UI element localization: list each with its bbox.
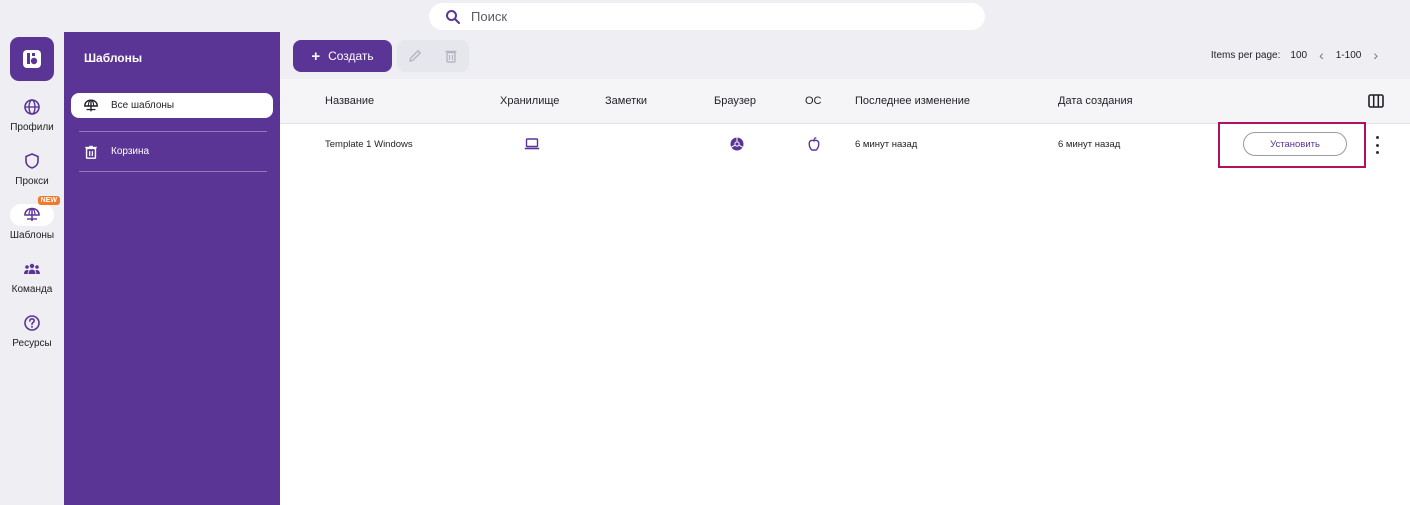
pagination: Items per page: 100 ‹ 1-100 › (1211, 47, 1384, 63)
rail-item-profiles[interactable]: Профили (0, 96, 64, 133)
create-button-label: Создать (328, 49, 374, 63)
delete-button[interactable] (442, 47, 460, 65)
help-icon (24, 315, 40, 331)
templates-sidebar: Шаблоны Все шаблоны Корзина (64, 32, 280, 505)
install-button[interactable]: Установить (1243, 132, 1347, 156)
sidebar-item-label: Корзина (111, 146, 150, 157)
team-icon (24, 263, 40, 274)
rail-item-label: Ресурсы (12, 338, 52, 349)
search-input[interactable] (471, 9, 951, 24)
sidebar-item-all-templates[interactable]: Все шаблоны (71, 93, 273, 118)
rail-item-team[interactable]: Команда (0, 258, 64, 295)
toolbar: + Создать Items per page: 100 ‹ 1-100 › (280, 32, 1410, 79)
apple-icon (808, 136, 820, 151)
table-header: Название Хранилище Заметки Браузер ОС По… (280, 79, 1410, 124)
rail-item-proxies[interactable]: Прокси (0, 150, 64, 187)
umbrella-icon (84, 99, 98, 111)
sidebar-divider (79, 131, 267, 132)
sidebar-title: Шаблоны (84, 51, 143, 65)
shield-icon (25, 153, 39, 169)
logo-icon (23, 50, 41, 68)
rail-item-label: Шаблоны (9, 230, 55, 241)
create-button[interactable]: + Создать (293, 40, 392, 72)
globe-icon (24, 99, 40, 115)
modified-time: 6 минут назад (855, 139, 918, 150)
sidebar-divider (79, 171, 267, 172)
chromium-icon (730, 137, 744, 151)
rail-item-label: Прокси (15, 176, 49, 187)
column-header-browser[interactable]: Браузер (714, 95, 756, 107)
nav-rail: Профили Прокси NEW Шаблоны Команда Ресур… (0, 32, 64, 505)
chevron-right-icon[interactable]: › (1367, 47, 1384, 63)
rail-item-label: Профили (10, 122, 54, 133)
sidebar-item-label: Все шаблоны (111, 100, 175, 111)
column-header-created[interactable]: Дата создания (1058, 95, 1133, 107)
items-per-page-select[interactable]: 100 (1290, 50, 1307, 61)
items-per-page-label: Items per page: (1210, 49, 1281, 61)
more-options-icon[interactable] (1370, 136, 1384, 154)
column-header-storage[interactable]: Хранилище (500, 95, 559, 107)
pencil-icon (409, 49, 422, 62)
sidebar-item-trash[interactable]: Корзина (71, 139, 273, 164)
column-header-os[interactable]: ОС (805, 95, 822, 107)
trash-icon (445, 50, 457, 63)
created-time: 6 минут назад (1058, 139, 1121, 150)
trash-icon (85, 145, 97, 159)
columns-icon[interactable] (1368, 94, 1384, 108)
row-actions-group (397, 40, 469, 72)
app-logo[interactable] (10, 37, 54, 81)
column-header-modified[interactable]: Последнее изменение (855, 95, 970, 107)
page-range: 1-100 (1335, 49, 1362, 61)
search-bar[interactable] (429, 3, 985, 30)
rail-item-label: Команда (11, 284, 53, 295)
column-header-name[interactable]: Название (325, 95, 374, 107)
rail-item-templates[interactable]: NEW Шаблоны (0, 196, 64, 241)
laptop-icon (524, 138, 540, 150)
plus-icon: + (311, 47, 321, 65)
umbrella-icon (24, 207, 40, 221)
main-panel: + Создать Items per page: 100 ‹ 1-100 › … (280, 32, 1410, 505)
rail-item-resources[interactable]: Ресурсы (0, 312, 64, 349)
edit-button[interactable] (406, 47, 424, 65)
new-badge: NEW (37, 196, 60, 205)
template-name: Template 1 Windows (325, 139, 413, 150)
top-bar (0, 0, 1410, 32)
column-header-notes[interactable]: Заметки (605, 95, 647, 107)
chevron-left-icon[interactable]: ‹ (1313, 47, 1330, 63)
search-icon (446, 9, 460, 24)
